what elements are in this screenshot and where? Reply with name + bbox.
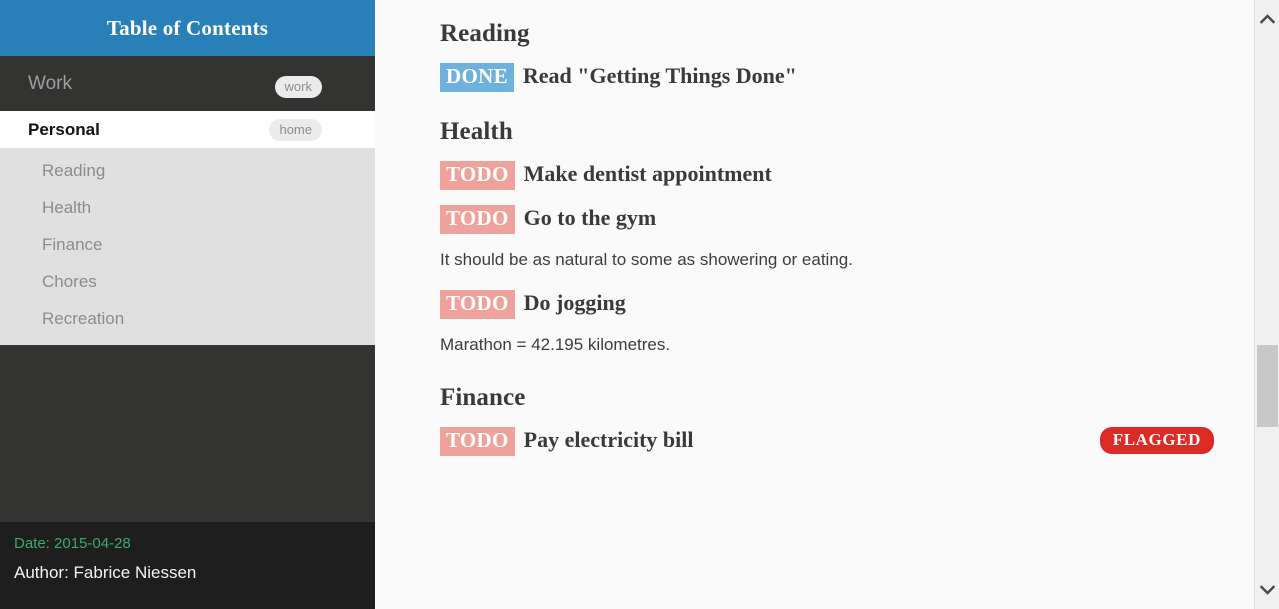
sidebar-item-chores[interactable]: Chores bbox=[0, 263, 375, 300]
paragraph: Marathon = 42.195 kilometres. bbox=[440, 335, 671, 355]
task-title: Make dentist appointment bbox=[523, 161, 772, 187]
vertical-scrollbar[interactable] bbox=[1254, 0, 1279, 609]
page-root: Table of Contents Work work Personal hom… bbox=[0, 0, 1279, 609]
task-item[interactable]: DONE Read "Getting Things Done" bbox=[440, 61, 1214, 93]
task-item[interactable]: TODO Pay electricity bill FLAGGED bbox=[440, 425, 1214, 456]
task-title: Read "Getting Things Done" bbox=[522, 63, 797, 89]
status-badge-flagged[interactable]: FLAGGED bbox=[1099, 426, 1214, 455]
document-date: Date: 2015-04-28 bbox=[14, 535, 131, 552]
chevron-down-icon bbox=[1259, 585, 1275, 595]
section-heading-health: Health bbox=[440, 118, 513, 146]
sidebar-item-recreation[interactable]: Recreation bbox=[0, 300, 375, 337]
keyword-todo[interactable]: TODO bbox=[440, 161, 515, 191]
keyword-done[interactable]: DONE bbox=[440, 63, 514, 93]
flag-wrapper: FLAGGED bbox=[1099, 423, 1214, 455]
sidebar-item-work[interactable]: Work work bbox=[0, 56, 375, 111]
task-item[interactable]: TODO Go to the gym bbox=[440, 203, 1214, 234]
section-heading-reading: Reading bbox=[440, 20, 530, 47]
section-heading-finance: Finance bbox=[440, 383, 526, 411]
sidebar-item-reading[interactable]: Reading bbox=[0, 152, 375, 189]
sidebar-item-work-label: Work bbox=[28, 72, 72, 94]
toc-body: Work work Personal home Reading Health F… bbox=[0, 56, 375, 534]
sidebar-item-health[interactable]: Health bbox=[0, 189, 375, 226]
scroll-track-below-thumb[interactable] bbox=[1255, 427, 1279, 577]
sidebar-footer: Date: 2015-04-28 Author: Fabrice Niessen bbox=[0, 522, 375, 609]
task-title: Do jogging bbox=[523, 290, 626, 316]
scroll-down-button[interactable] bbox=[1255, 577, 1279, 603]
scroll-up-button[interactable] bbox=[1255, 6, 1279, 32]
task-title: Pay electricity bill bbox=[523, 426, 694, 452]
task-item[interactable]: TODO Do jogging bbox=[440, 288, 1214, 320]
keyword-todo[interactable]: TODO bbox=[440, 205, 515, 234]
tag-home[interactable]: home bbox=[269, 119, 322, 141]
sidebar-item-label: Chores bbox=[42, 271, 97, 291]
chevron-up-icon bbox=[1259, 14, 1275, 24]
tag-work[interactable]: work bbox=[274, 76, 322, 98]
keyword-todo[interactable]: TODO bbox=[440, 290, 515, 320]
sidebar-item-label: Recreation bbox=[42, 308, 125, 328]
scroll-track-above-thumb[interactable] bbox=[1255, 32, 1279, 345]
sidebar-item-personal[interactable]: Personal home bbox=[0, 111, 375, 149]
sidebar-item-label: Finance bbox=[42, 234, 103, 254]
toc-header-title: Table of Contents bbox=[106, 15, 269, 40]
sidebar-item-finance[interactable]: Finance bbox=[0, 226, 375, 263]
toc-header: Table of Contents bbox=[0, 0, 375, 56]
scroll-thumb[interactable] bbox=[1257, 345, 1278, 427]
paragraph: It should be as natural to some as showe… bbox=[440, 249, 853, 269]
keyword-todo[interactable]: TODO bbox=[440, 426, 515, 456]
sidebar-empty-space bbox=[0, 345, 375, 534]
document-author: Author: Fabrice Niessen bbox=[14, 563, 197, 582]
document-body: Reading DONE Read "Getting Things Done" … bbox=[375, 0, 1254, 456]
task-item[interactable]: TODO Make dentist appointment bbox=[440, 159, 1214, 191]
task-title: Go to the gym bbox=[523, 205, 657, 231]
table-of-contents-sidebar: Table of Contents Work work Personal hom… bbox=[0, 0, 375, 609]
sidebar-item-label: Health bbox=[42, 197, 92, 217]
sidebar-item-personal-label: Personal bbox=[28, 119, 100, 139]
sidebar-item-label: Reading bbox=[42, 160, 106, 180]
document-content: Reading DONE Read "Getting Things Done" … bbox=[375, 0, 1254, 609]
toc-sub-list: Reading Health Finance Chores Recreation bbox=[0, 149, 375, 345]
